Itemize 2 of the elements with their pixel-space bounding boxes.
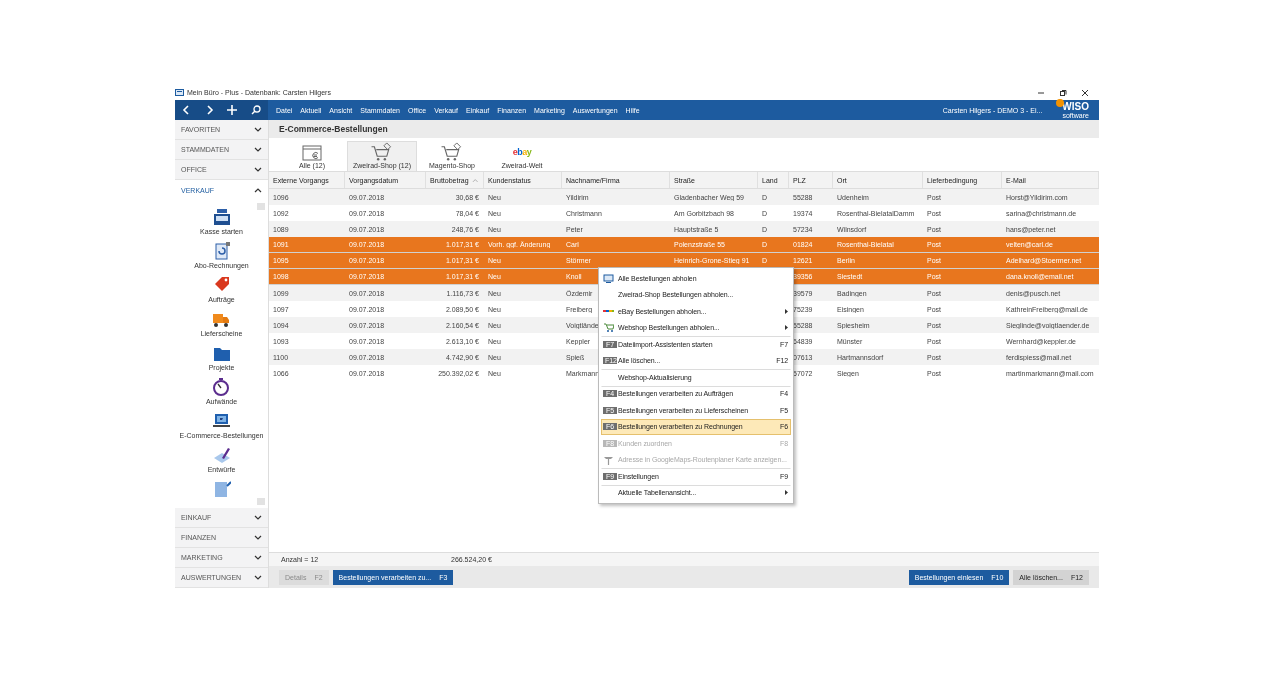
ebay-logo: ebay xyxy=(512,147,532,157)
page-title: E-Commerce-Bestellungen xyxy=(279,124,388,134)
